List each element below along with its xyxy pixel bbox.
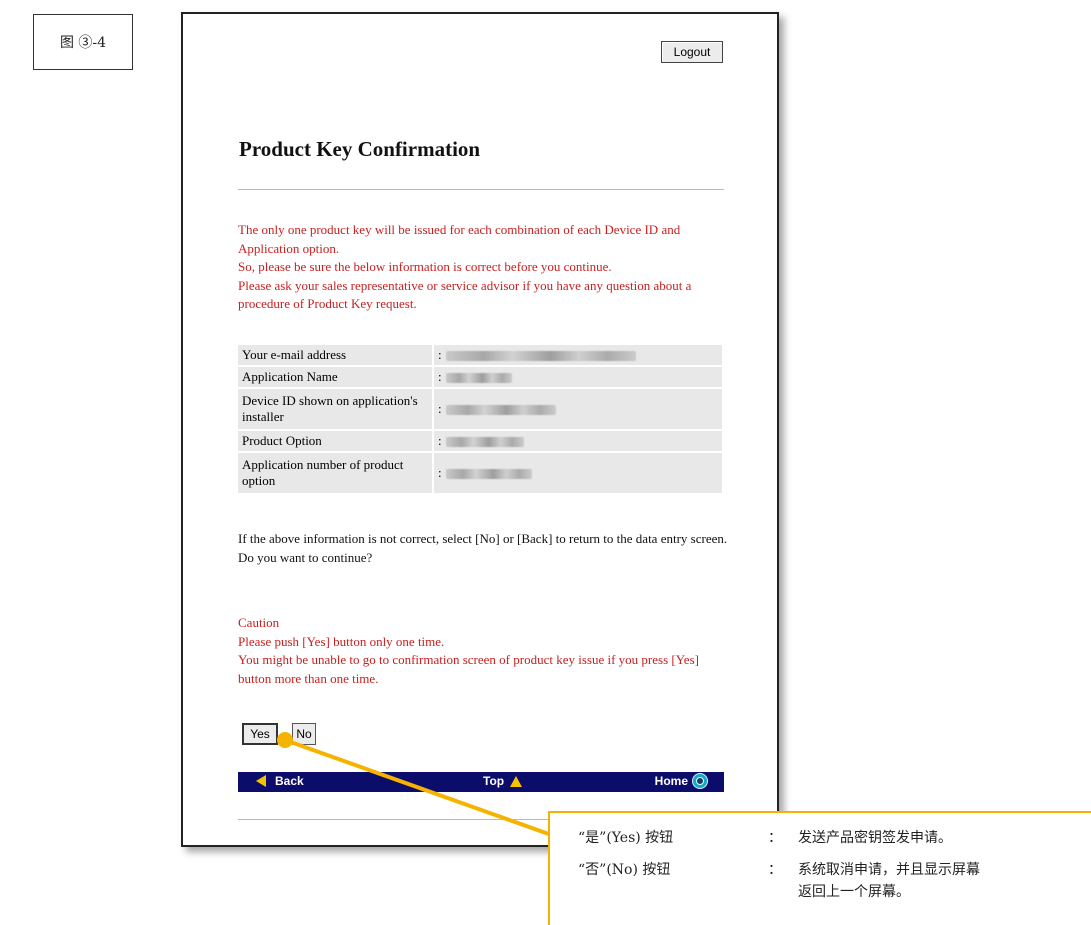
warning-text: The only one product key will be issued … bbox=[238, 221, 728, 314]
browser-page: Logout Product Key Confirmation The only… bbox=[181, 12, 779, 847]
no-button[interactable]: No bbox=[292, 723, 316, 745]
nav-top-label: Top bbox=[483, 774, 505, 788]
table-row: Your e-mail address : bbox=[238, 345, 722, 365]
application-name-label: Application Name bbox=[238, 367, 434, 387]
nav-home-label: Home bbox=[654, 774, 688, 788]
application-number-label: Application number of product option bbox=[238, 453, 434, 493]
nav-top-link[interactable]: Top bbox=[483, 774, 523, 788]
nav-back-link[interactable]: Back bbox=[256, 774, 304, 788]
application-name-value: : bbox=[434, 367, 722, 387]
product-option-value: : bbox=[434, 431, 722, 451]
info-table: Your e-mail address : Application Name :… bbox=[238, 343, 722, 495]
logout-button[interactable]: Logout bbox=[661, 41, 723, 63]
product-option-label: Product Option bbox=[238, 431, 434, 451]
warning-line: The only one product key will be issued … bbox=[238, 222, 681, 256]
caution-line: You might be unable to go to confirmatio… bbox=[238, 652, 699, 686]
nav-bar: Back Top Home bbox=[238, 772, 724, 792]
up-arrow-icon bbox=[510, 775, 523, 787]
email-label: Your e-mail address bbox=[238, 345, 434, 365]
back-arrow-icon bbox=[256, 775, 266, 787]
application-number-value: : bbox=[434, 453, 722, 493]
warning-line: Please ask your sales representative or … bbox=[238, 277, 692, 312]
callout-box: “是”(Yes) 按钮 ： 发送产品密钥签发申请。 “否”(No) 按钮 ： 系… bbox=[548, 811, 1091, 925]
callout-yes-colon: ： bbox=[768, 830, 782, 846]
redacted-value bbox=[445, 405, 556, 416]
caution-text: Caution Please push [Yes] button only on… bbox=[238, 614, 728, 688]
table-row: Device ID shown on application's install… bbox=[238, 389, 722, 429]
warning-line: So, please be sure the below information… bbox=[238, 259, 612, 274]
confirm-line: If the above information is not correct,… bbox=[238, 531, 728, 546]
title-divider bbox=[238, 189, 724, 190]
home-icon bbox=[692, 773, 708, 789]
callout-no-colon: ： bbox=[768, 862, 782, 878]
redacted-value bbox=[445, 437, 524, 448]
email-value: : bbox=[434, 345, 722, 365]
callout-no-row: “否”(No) 按钮 ： 系统取消申请，并且显示屏幕返回上一个屏幕。 bbox=[578, 859, 984, 903]
yes-button[interactable]: Yes bbox=[242, 723, 278, 745]
callout-yes-desc: 发送产品密钥签发申请。 bbox=[798, 830, 952, 846]
confirm-text: If the above information is not correct,… bbox=[238, 530, 728, 567]
table-row: Application number of product option : bbox=[238, 453, 722, 493]
nav-home-link[interactable]: Home bbox=[655, 773, 708, 789]
device-id-value: : bbox=[434, 389, 722, 429]
callout-no-desc: 系统取消申请，并且显示屏幕返回上一个屏幕。 bbox=[798, 862, 980, 900]
page-title: Product Key Confirmation bbox=[239, 137, 481, 161]
caution-line: Please push [Yes] button only one time. bbox=[238, 633, 445, 649]
redacted-value bbox=[445, 469, 532, 480]
callout-yes-row: “是”(Yes) 按钮 ： 发送产品密钥签发申请。 bbox=[578, 827, 1068, 849]
confirm-line: Do you want to continue? bbox=[238, 549, 373, 565]
nav-back-label: Back bbox=[275, 774, 304, 788]
caution-heading: Caution bbox=[238, 615, 280, 630]
callout-no-label: “否”(No) 按钮 bbox=[578, 862, 671, 878]
figure-label: 图 ③-4 bbox=[33, 14, 133, 70]
redacted-value bbox=[445, 373, 512, 384]
redacted-value bbox=[445, 351, 636, 362]
device-id-label: Device ID shown on application's install… bbox=[238, 389, 434, 429]
callout-yes-label: “是”(Yes) 按钮 bbox=[578, 830, 674, 846]
table-row: Application Name : bbox=[238, 367, 722, 387]
table-row: Product Option : bbox=[238, 431, 722, 451]
